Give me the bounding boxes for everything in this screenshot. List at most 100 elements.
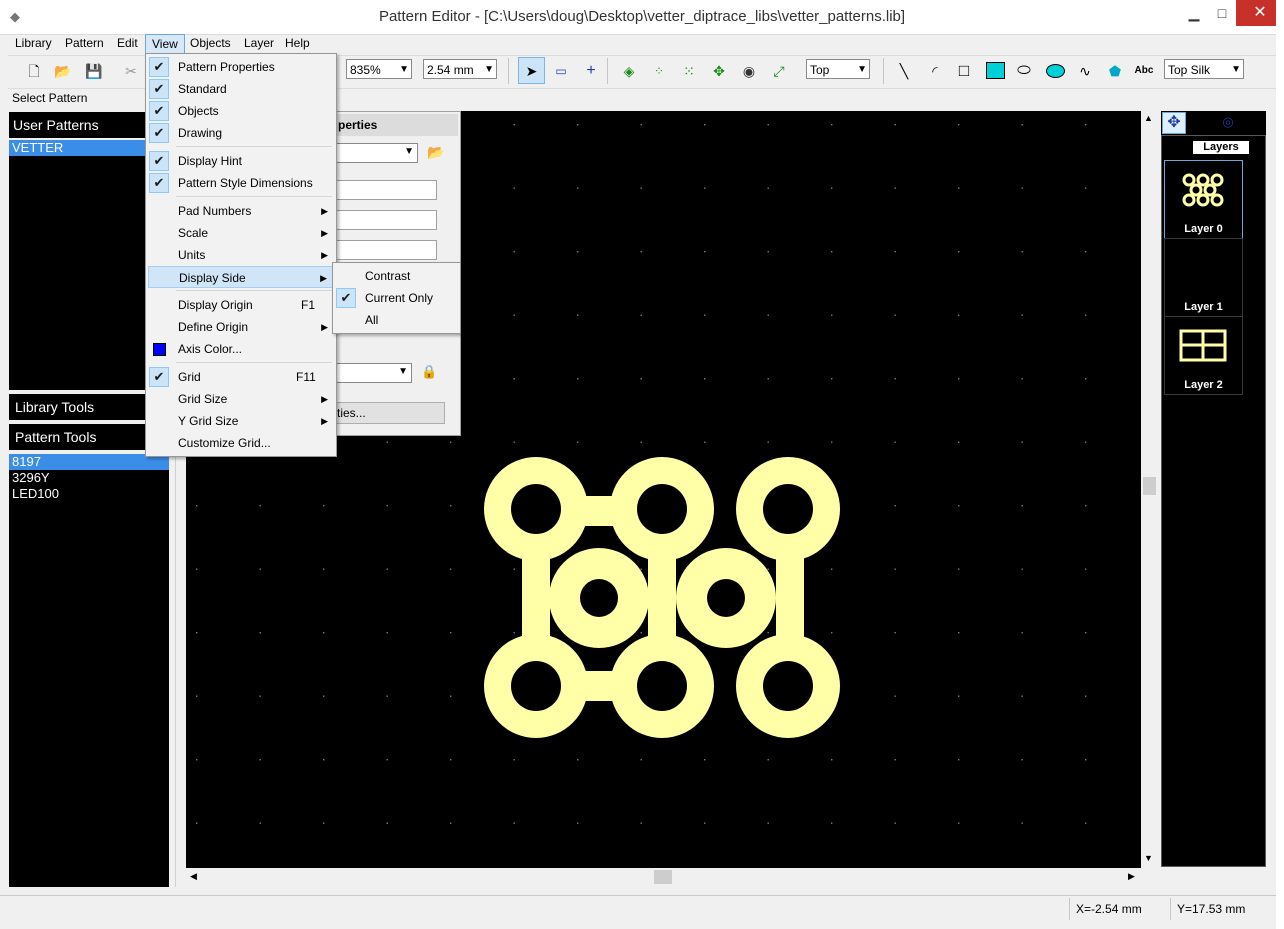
list-item[interactable]: LED100 [9,486,169,502]
menu-item-pattern-properties[interactable]: ✔ Pattern Properties [146,56,336,78]
scroll-up-arrow[interactable]: ▲ [1144,113,1153,123]
pan-icon[interactable]: ✥ [1162,112,1186,134]
menu-item-define-origin[interactable]: Define Origin ▶ [146,316,336,338]
layer-1-cell[interactable]: Layer 1 [1164,238,1243,317]
list-item[interactable]: 3296Y [9,470,169,486]
scroll-down-arrow[interactable]: ▼ [1144,853,1153,863]
new-icon[interactable]: 🗋 [24,61,44,81]
pattern-list: 8197 3296Y LED100 [9,454,169,887]
menu-item-customize-grid[interactable]: Customize Grid... [146,432,336,454]
polyline-tool-icon[interactable]: ∿ [1075,61,1095,81]
menu-help[interactable]: Help [279,34,316,53]
layers-title: Layers [1193,141,1249,154]
menu-separator [176,290,332,291]
menu-item-scale[interactable]: Scale ▶ [146,222,336,244]
properties-button-label: ties... [337,406,366,420]
maximize-button[interactable]: □ [1208,0,1236,26]
name-field[interactable] [336,180,437,200]
lock-icon[interactable]: 🔒 [421,364,437,380]
vertical-scrollbar[interactable]: ▲ ▼ [1141,111,1158,868]
submenu-arrow-icon: ▶ [321,322,328,332]
zoom-select[interactable]: 835% ▼ [346,59,412,79]
menu-item-grid-size[interactable]: Grid Size ▶ [146,388,336,410]
submenu-item-all[interactable]: All [333,309,460,331]
menu-item-objects[interactable]: ✔ Objects [146,100,336,122]
menu-item-axis-color[interactable]: Axis Color... [146,338,336,360]
pattern-type-select[interactable]: ▼ [336,143,418,163]
menu-item-display-origin[interactable]: Display Origin F1 [146,294,336,316]
minimize-button[interactable]: ▁ [1180,0,1208,26]
menu-item-drawing[interactable]: ✔ Drawing [146,122,336,144]
status-bar: X=-2.54 mm Y=17.53 mm [0,895,1276,922]
scroll-thumb[interactable] [1143,477,1156,495]
check-icon: ✔ [149,57,169,77]
layer-2-cell[interactable]: Layer 2 [1164,316,1243,395]
arc-tool-icon[interactable]: ◜ [925,61,945,81]
menu-item-display-side[interactable]: Display Side ▶ [148,266,334,288]
hole-icon[interactable]: ◉ [739,61,759,81]
layer-1-label: Layer 1 [1184,301,1223,313]
value-field[interactable] [336,210,437,230]
status-y-coordinate: Y=17.53 mm [1177,902,1246,916]
menu-item-grid[interactable]: ✔ Grid F11 [146,366,336,388]
pattern-8197[interactable] [484,457,840,738]
dimension-icon[interactable]: ⤢ [769,61,789,81]
line-tool-icon[interactable]: ╲ [894,61,914,81]
horizontal-scrollbar[interactable]: ◀ ▶ [186,868,1141,886]
menu-layer[interactable]: Layer [238,34,280,53]
side-select[interactable]: Top ▼ [806,59,870,79]
submenu-item-contrast[interactable]: Contrast [333,265,460,287]
scroll-right-arrow[interactable]: ▶ [1128,871,1135,882]
submenu-item-current-only[interactable]: ✔ Current Only [333,287,460,309]
menu-item-units[interactable]: Units ▶ [146,244,336,266]
select-tool-icon[interactable]: ➤ [518,57,545,84]
refdes-field[interactable] [336,240,437,260]
filled-ellipse-tool-icon[interactable] [1046,64,1065,78]
menu-library[interactable]: Library [9,34,58,53]
select-pattern-label: Select Pattern [12,91,88,105]
pad-array-icon[interactable]: ⁙ [679,61,699,81]
layer-0-cell[interactable]: Layer 0 [1164,160,1243,239]
type-select[interactable]: ▼ [336,363,412,383]
layer-view-icon[interactable]: ◎ [1218,114,1238,132]
menu-edit[interactable]: Edit [111,34,144,53]
save-icon[interactable]: 💾 [84,61,104,81]
filled-rectangle-tool-icon[interactable] [986,62,1005,79]
window-edge [1276,0,1284,929]
submenu-arrow-icon: ▶ [321,206,328,216]
menu-objects[interactable]: Objects [184,34,237,53]
open-folder-icon[interactable]: 📂 [427,144,444,161]
menu-view[interactable]: View [145,34,185,55]
menu-item-display-hint[interactable]: ✔ Display Hint [146,150,336,172]
cut-icon[interactable]: ✂ [121,61,141,81]
rectangle-tool-icon[interactable]: □ [954,61,974,81]
toolbar-separator [883,58,884,84]
polygon-tool-icon[interactable]: ⬟ [1105,61,1125,81]
check-icon: ✔ [149,79,169,99]
check-icon: ✔ [149,151,169,171]
menu-item-standard[interactable]: ✔ Standard [146,78,336,100]
axis-color-swatch-icon [153,343,166,356]
pad-circle-icon[interactable]: ✥ [709,61,729,81]
status-divider [1170,898,1171,920]
scroll-thumb[interactable] [654,870,672,884]
pad-row-icon[interactable]: ⁘ [649,61,669,81]
menu-item-pad-numbers[interactable]: Pad Numbers ▶ [146,200,336,222]
text-tool-icon[interactable]: Abc [1134,61,1154,81]
ellipse-tool-icon[interactable]: ⬭ [1014,61,1034,81]
menu-item-y-grid-size[interactable]: Y Grid Size ▶ [146,410,336,432]
menu-separator [176,196,332,197]
properties-button[interactable]: ties... [336,402,445,424]
scroll-left-arrow[interactable]: ◀ [190,871,197,882]
layer-select[interactable]: Top Silk ▼ [1164,59,1244,79]
submenu-arrow-icon: ▶ [321,228,328,238]
ruler-tool-icon[interactable]: ▭ [551,61,571,81]
open-icon[interactable]: 📂 [53,61,73,81]
origin-tool-icon[interactable]: + [581,61,601,81]
title-bar: ◆ Pattern Editor - [C:\Users\doug\Deskto… [0,0,1284,35]
status-x-coordinate: X=-2.54 mm [1076,902,1142,916]
menu-pattern[interactable]: Pattern [59,34,110,53]
pad-tool-icon[interactable]: ◈ [619,61,639,81]
menu-item-pattern-style-dimensions[interactable]: ✔ Pattern Style Dimensions [146,172,336,194]
grid-size-select[interactable]: 2.54 mm ▼ [423,59,497,79]
